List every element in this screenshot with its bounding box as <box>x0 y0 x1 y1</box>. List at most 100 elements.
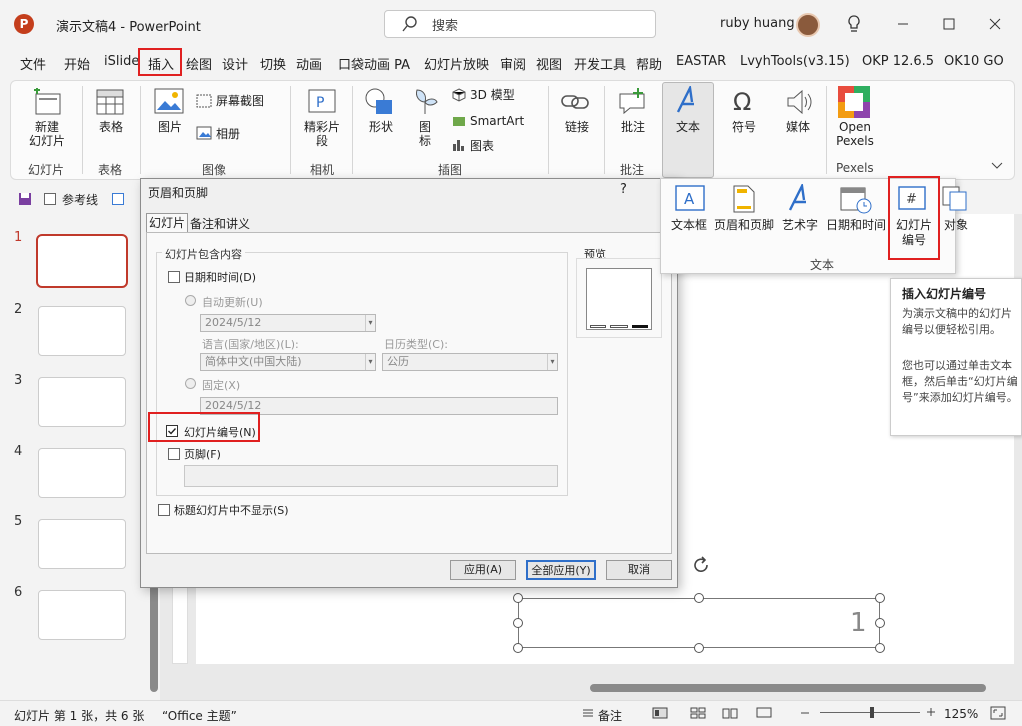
notes-button[interactable]: 备注 <box>598 707 622 724</box>
resize-handle[interactable] <box>513 643 523 653</box>
hide-on-title-label: 标题幻灯片中不显示(S) <box>174 504 289 517</box>
user-name[interactable]: ruby huang <box>720 16 795 31</box>
slide-number-button[interactable]: 幻灯片 编号 <box>892 218 936 248</box>
symbol-button[interactable]: 符号 <box>728 120 760 134</box>
dialog-title: 页眉和页脚 <box>148 186 209 200</box>
minimize-button[interactable] <box>888 10 918 38</box>
wordart-button[interactable]: 艺术字 <box>780 218 820 233</box>
zoom-out-icon[interactable] <box>800 708 810 718</box>
tab-pocket-animation[interactable]: 口袋动画 PA <box>338 54 410 73</box>
sorter-view-icon[interactable] <box>690 707 706 719</box>
textbox-button[interactable]: 文本框 <box>668 218 710 233</box>
text-button[interactable]: 文本 <box>672 120 704 134</box>
search-input[interactable] <box>384 10 656 38</box>
tab-review[interactable]: 审阅 <box>500 54 526 73</box>
slide-thumbnail[interactable] <box>38 377 126 427</box>
apply-all-button[interactable]: 全部应用(Y) <box>526 560 596 580</box>
open-pexels-button[interactable]: Open Pexels <box>834 120 876 148</box>
header-footer-button[interactable]: 页眉和页脚 <box>712 218 776 233</box>
date-time-checkbox[interactable] <box>168 271 180 283</box>
snippet-button[interactable]: 精彩片 段 <box>300 120 344 148</box>
smartart-button[interactable]: SmartArt <box>470 114 524 128</box>
slide-number-icon: # <box>898 186 926 212</box>
calendar-select[interactable]: 公历 ▾ <box>382 353 558 371</box>
slide-number-placeholder[interactable] <box>518 598 880 648</box>
resize-handle[interactable] <box>694 593 704 603</box>
help-button[interactable]: ? <box>620 182 627 197</box>
horizontal-scrollbar[interactable] <box>590 684 986 692</box>
save-icon[interactable] <box>18 192 32 206</box>
slide-thumbnail[interactable] <box>38 448 126 498</box>
auto-update-radio[interactable] <box>185 295 196 306</box>
album-icon <box>196 126 212 140</box>
reading-view-icon[interactable] <box>722 707 738 719</box>
normal-view-icon[interactable] <box>652 707 668 719</box>
resize-handle[interactable] <box>513 618 523 628</box>
rotate-handle-icon[interactable] <box>690 554 712 576</box>
tab-lvyhtools[interactable]: LvyhTools(v3.15) <box>740 54 850 69</box>
media-button[interactable]: 媒体 <box>782 120 814 134</box>
tab-home[interactable]: 开始 <box>64 54 90 73</box>
tab-draw[interactable]: 绘图 <box>186 54 212 73</box>
hide-on-title-checkbox[interactable] <box>158 504 170 516</box>
avatar[interactable] <box>796 13 820 37</box>
resize-handle[interactable] <box>513 593 523 603</box>
guides-checkbox[interactable] <box>44 193 56 205</box>
fixed-radio[interactable] <box>185 378 196 389</box>
datetime-button[interactable]: 日期和时间 <box>824 218 888 233</box>
picture-button[interactable]: 图片 <box>154 120 186 134</box>
tab-slide[interactable]: 幻灯片 <box>146 213 188 233</box>
auto-date-select[interactable]: 2024/5/12 ▾ <box>200 314 376 332</box>
tab-design[interactable]: 设计 <box>222 54 248 73</box>
tab-transitions[interactable]: 切换 <box>260 54 286 73</box>
fit-to-window-icon[interactable] <box>990 706 1006 720</box>
slide-thumbnail[interactable] <box>38 306 126 356</box>
footer-checkbox[interactable] <box>168 448 180 460</box>
apply-button[interactable]: 应用(A) <box>450 560 516 580</box>
shapes-button[interactable]: 形状 <box>366 120 396 134</box>
tab-ok10[interactable]: OK10 GO <box>944 54 1018 69</box>
tab-eastar[interactable]: EASTAR <box>676 54 726 69</box>
tab-animations[interactable]: 动画 <box>296 54 322 73</box>
tab-developer[interactable]: 开发工具 <box>574 54 626 73</box>
resize-handle[interactable] <box>875 618 885 628</box>
link-button[interactable]: 链接 <box>562 120 592 134</box>
svg-text:#: # <box>906 192 917 207</box>
slide-thumbnail[interactable] <box>38 590 126 640</box>
tab-file[interactable]: 文件 <box>20 54 46 73</box>
tab-okp[interactable]: OKP 12.6.5 <box>862 54 934 69</box>
smartart-icon <box>452 114 466 128</box>
tab-notes-handouts[interactable]: 备注和讲义 <box>190 215 250 232</box>
close-button[interactable] <box>980 10 1010 38</box>
chart-button[interactable]: 图表 <box>470 139 494 153</box>
slideshow-view-icon[interactable] <box>756 707 772 719</box>
maximize-button[interactable] <box>934 10 964 38</box>
gridlines-checkbox[interactable] <box>112 193 124 205</box>
comment-button[interactable]: 批注 <box>618 120 648 134</box>
tab-view[interactable]: 视图 <box>536 54 562 73</box>
cancel-button[interactable]: 取消 <box>606 560 672 580</box>
screenshot-button[interactable]: 屏幕截图 <box>216 94 264 108</box>
ribbon-collapse-icon[interactable] <box>990 160 1004 172</box>
resize-handle[interactable] <box>694 643 704 653</box>
zoom-slider-thumb[interactable] <box>870 707 874 718</box>
language-select[interactable]: 简体中文(中国大陆) ▾ <box>200 353 376 371</box>
resize-handle[interactable] <box>875 643 885 653</box>
model3d-button[interactable]: 3D 模型 <box>470 88 515 102</box>
tab-slideshow[interactable]: 幻灯片放映 <box>424 54 489 73</box>
object-button[interactable]: 对象 <box>940 218 972 233</box>
tab-islide[interactable]: iSlide <box>104 54 139 69</box>
icons-button[interactable]: 图 标 <box>418 120 432 148</box>
slide-number-checkbox[interactable] <box>166 425 178 437</box>
slide-thumbnail[interactable] <box>38 519 126 569</box>
slide-thumbnail[interactable] <box>36 234 128 288</box>
lightbulb-icon[interactable] <box>846 14 862 34</box>
footer-input[interactable] <box>184 465 558 487</box>
table-button[interactable]: 表格 <box>96 120 126 134</box>
tab-help[interactable]: 帮助 <box>636 54 662 73</box>
album-button[interactable]: 相册 <box>216 127 240 141</box>
zoom-in-icon[interactable] <box>926 707 936 717</box>
zoom-level[interactable]: 125% <box>944 707 978 721</box>
resize-handle[interactable] <box>875 593 885 603</box>
new-slide-button[interactable]: 新建 幻灯片 <box>20 120 74 148</box>
